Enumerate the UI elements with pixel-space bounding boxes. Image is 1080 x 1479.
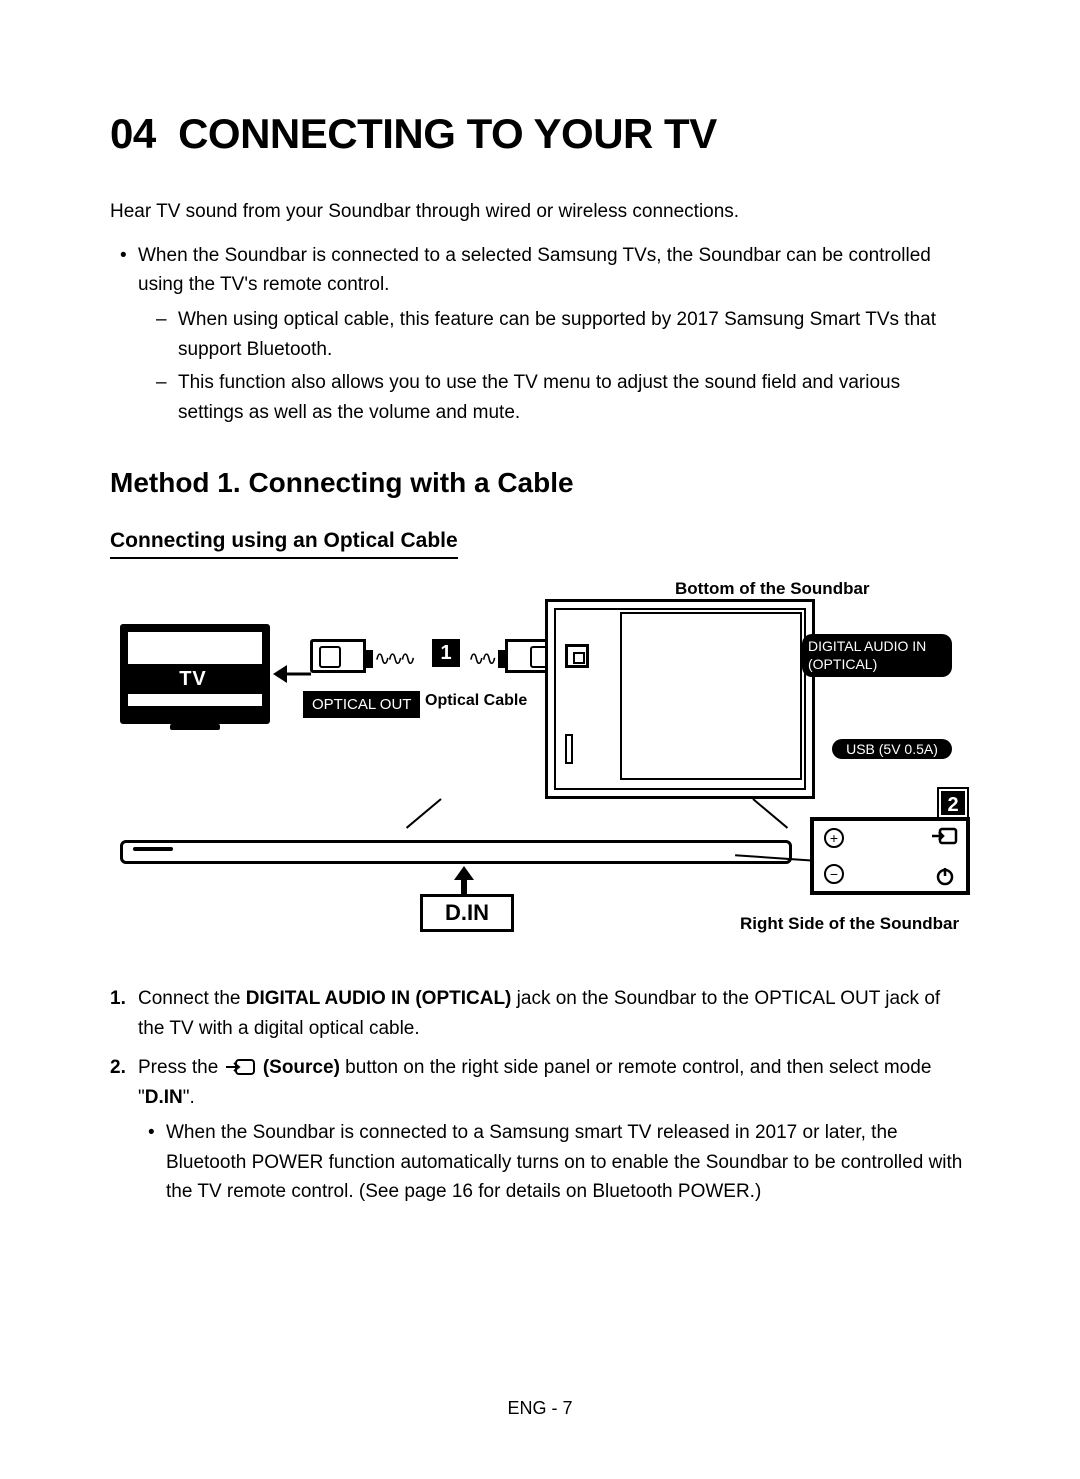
diagram-label-right-soundbar: Right Side of the Soundbar: [740, 914, 959, 934]
dash-item: When using optical cable, this feature c…: [178, 305, 970, 364]
optical-port-icon: [565, 644, 589, 668]
soundbar-bottom-panel-icon: [545, 599, 815, 799]
din-label: D.IN: [420, 894, 514, 932]
intro-text: Hear TV sound from your Soundbar through…: [110, 198, 970, 227]
bullet-item: When the Soundbar is connected to a Sams…: [166, 1118, 970, 1206]
step-bold: DIGITAL AUDIO IN (OPTICAL): [246, 988, 512, 1009]
callout-number-2: 2: [939, 789, 967, 817]
bullet-text: When the Soundbar is connected to a sele…: [138, 245, 931, 295]
volume-plus-icon: +: [824, 828, 844, 848]
callout-line-icon: [752, 798, 788, 828]
step-item: Connect the DIGITAL AUDIO IN (OPTICAL) j…: [138, 984, 970, 1043]
source-button-icon: [932, 826, 958, 848]
diagram-label-bottom-soundbar: Bottom of the Soundbar: [675, 579, 870, 599]
power-button-icon: [935, 866, 955, 886]
dash-item: This function also allows you to use the…: [178, 368, 970, 427]
bullet-item: When the Soundbar is connected to a sele…: [138, 241, 970, 428]
usb-port-icon: [565, 734, 573, 764]
step-item: Press the (Source) button on the right s…: [138, 1053, 970, 1206]
intro-bullets: When the Soundbar is connected to a sele…: [110, 241, 970, 428]
tv-stand-icon: [170, 724, 220, 730]
subsection-heading: Connecting using an Optical Cable: [110, 529, 458, 559]
step-sub-bullets: When the Soundbar is connected to a Sams…: [138, 1118, 970, 1206]
step-bold: D.IN: [145, 1087, 183, 1108]
sub-dashes: When using optical cable, this feature c…: [138, 305, 970, 427]
digital-audio-in-label: DIGITAL AUDIO IN (OPTICAL): [802, 634, 952, 676]
soundbar-icon: [120, 840, 792, 864]
arrow-left-icon: [273, 659, 313, 689]
cable-wave-icon: ∿∿: [468, 646, 494, 671]
step-text: Connect the: [138, 988, 246, 1009]
chapter-number: 04: [110, 110, 156, 157]
step-bold: (Source): [263, 1057, 340, 1078]
chapter-title-text: CONNECTING TO YOUR TV: [178, 110, 717, 157]
tv-label: TV: [138, 668, 248, 691]
cable-wave-icon: ∿∿∿: [374, 646, 412, 671]
callout-number-1: 1: [432, 639, 460, 667]
steps-list: Connect the DIGITAL AUDIO IN (OPTICAL) j…: [110, 984, 970, 1206]
optical-out-label: OPTICAL OUT: [303, 691, 420, 718]
optical-connector-left-icon: [310, 639, 366, 673]
usb-label: USB (5V 0.5A): [832, 739, 952, 759]
callout-line-icon: [406, 798, 442, 828]
page-footer: ENG - 7: [0, 1398, 1080, 1419]
optical-cable-label: Optical Cable: [425, 692, 527, 710]
step-text: ".: [183, 1087, 195, 1108]
step-text: Press the: [138, 1057, 224, 1078]
section-heading: Method 1. Connecting with a Cable: [110, 467, 970, 499]
volume-minus-icon: −: [824, 864, 844, 884]
source-icon: [226, 1053, 256, 1082]
connection-diagram: Bottom of the Soundbar TV OPTICAL OUT ∿∿…: [110, 584, 970, 944]
chapter-title: 04 CONNECTING TO YOUR TV: [110, 110, 970, 158]
step-text: button on the right side panel or remote…: [138, 1057, 931, 1108]
